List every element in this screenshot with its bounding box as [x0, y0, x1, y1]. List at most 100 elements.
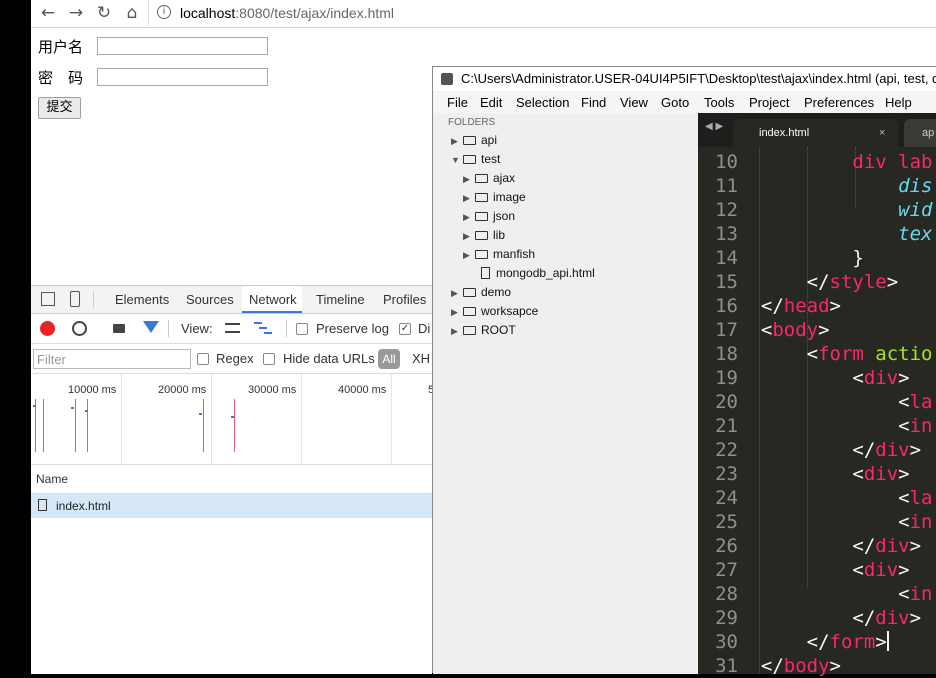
tick-label-20000: 20000 ms [158, 384, 207, 396]
name-column-header[interactable]: Name [31, 465, 432, 494]
collapsed-arrow-icon: ▶ [451, 288, 458, 298]
hide-data-urls-checkbox[interactable] [263, 353, 275, 365]
list-view-icon[interactable] [225, 323, 240, 333]
tab-index-html[interactable]: index.html × [733, 119, 898, 147]
menu-view[interactable]: View [620, 92, 648, 113]
tree-folder-image[interactable]: ▶ image [463, 188, 526, 207]
tab-network[interactable]: Network [249, 292, 297, 307]
view-label: View: [181, 321, 213, 336]
tree-file-mongodb[interactable]: mongodb_api.html [481, 264, 595, 283]
request-bar [71, 407, 74, 409]
folder-icon [463, 136, 476, 145]
folder-label: ajax [493, 171, 516, 185]
toolbar-divider [168, 320, 169, 337]
camera-icon[interactable] [113, 324, 125, 333]
folders-heading: FOLDERS [448, 117, 496, 128]
folder-sidebar: FOLDERS ▶ api ▼ test ▶ ajax ▶ image ▶ json ▶ l… [433, 113, 698, 674]
tree-folder-manfish[interactable]: ▶ manfish [463, 245, 535, 264]
back-arrow-icon[interactable]: ← [37, 2, 59, 24]
folder-icon [475, 231, 488, 240]
tab-label: index.html [759, 127, 810, 139]
tab-close-icon[interactable]: × [879, 119, 885, 147]
request-bar [85, 410, 88, 412]
clear-icon[interactable] [72, 321, 87, 336]
tab-elements[interactable]: Elements [115, 292, 169, 307]
device-mode-icon[interactable] [70, 291, 80, 307]
preserve-log-label: Preserve log [316, 321, 389, 336]
tree-folder-root[interactable]: ▶ ROOT [451, 321, 516, 340]
filter-all-button[interactable]: All [378, 349, 400, 369]
tab-timeline[interactable]: Timeline [316, 292, 365, 307]
reload-icon[interactable]: ↻ [93, 2, 115, 24]
password-input[interactable] [97, 68, 268, 86]
load-marker [203, 399, 204, 452]
tick-label-10000: 10000 ms [68, 384, 117, 396]
url-text[interactable]: localhost:8080/test/ajax/index.html [180, 2, 394, 24]
hide-data-urls-label: Hide data URLs [283, 351, 375, 366]
folder-label: image [493, 190, 526, 204]
home-icon[interactable]: ⌂ [121, 2, 143, 24]
filter-xhr-button[interactable]: XH [412, 351, 430, 366]
tree-folder-demo[interactable]: ▶ demo [451, 283, 511, 302]
folder-label: json [493, 209, 516, 223]
tree-folder-test[interactable]: ▼ test [451, 150, 500, 169]
preserve-log-checkbox[interactable] [296, 323, 308, 335]
table-row[interactable]: index.html [31, 494, 432, 518]
tab-sources[interactable]: Sources [186, 292, 234, 307]
collapsed-arrow-icon: ▶ [463, 212, 470, 222]
grid-line [211, 374, 212, 464]
submit-button[interactable]: 提交 [38, 97, 81, 119]
grid-line [121, 374, 122, 464]
tree-folder-ajax[interactable]: ▶ ajax [463, 169, 515, 188]
tab-label: ap [922, 127, 935, 139]
filter-funnel-icon[interactable] [143, 321, 159, 333]
folder-label: demo [481, 285, 512, 299]
devtools-panel: Elements Sources Network Timeline Profil… [31, 285, 434, 674]
tab-profiles[interactable]: Profiles [383, 292, 426, 307]
menu-bar: File Edit Selection Find View Goto Tools… [433, 92, 936, 114]
code-line-10: 10 div lab [715, 151, 933, 173]
info-icon[interactable]: i [157, 5, 171, 19]
menu-selection[interactable]: Selection [516, 92, 569, 113]
request-bar [231, 416, 234, 418]
text-cursor [886, 631, 889, 651]
record-icon[interactable] [40, 321, 55, 336]
devtools-tabbar: Elements Sources Network Timeline Profil… [31, 286, 432, 314]
collapsed-arrow-icon: ▶ [451, 307, 458, 317]
menu-tools[interactable]: Tools [704, 92, 734, 113]
folder-icon [475, 174, 488, 183]
file-icon [481, 267, 490, 279]
menu-edit[interactable]: Edit [480, 92, 502, 113]
tree-folder-worksapce[interactable]: ▶ worksapce [451, 302, 538, 321]
code-line-26: 26 </div> [715, 535, 922, 557]
inspect-icon[interactable] [41, 292, 55, 306]
waterfall-view-icon[interactable] [254, 322, 272, 334]
tab-second[interactable]: ap [904, 119, 936, 147]
menu-project[interactable]: Project [749, 92, 789, 113]
tree-folder-json[interactable]: ▶ json [463, 207, 515, 226]
tick-label-30000: 30000 ms [248, 384, 297, 396]
menu-goto[interactable]: Goto [661, 92, 689, 113]
tab-nav-arrows[interactable]: ◀ ▶ [705, 121, 723, 132]
password-label: 密 码 [38, 69, 84, 87]
disable-cache-checkbox[interactable]: ✓ [399, 323, 411, 335]
username-input[interactable] [97, 37, 268, 55]
code-line-17: 17 <body> [715, 319, 830, 341]
filter-input[interactable]: Filter [33, 349, 191, 369]
tree-folder-lib[interactable]: ▶ lib [463, 226, 505, 245]
forward-arrow-icon[interactable]: → [65, 2, 87, 24]
code-line-27: 27 <div> [715, 559, 910, 581]
menu-file[interactable]: File [447, 92, 468, 113]
code-line-13: 13 tex [715, 223, 933, 245]
code-editor[interactable]: ◀ ▶ index.html × ap 10 div lab 11 dis 12… [698, 113, 936, 677]
tree-folder-api[interactable]: ▶ api [451, 131, 497, 150]
regex-checkbox[interactable] [197, 353, 209, 365]
folder-icon [475, 193, 488, 202]
menu-preferences[interactable]: Preferences [804, 92, 874, 113]
file-icon [38, 499, 47, 511]
regex-label: Regex [216, 351, 254, 366]
collapsed-arrow-icon: ▶ [463, 250, 470, 260]
menu-help[interactable]: Help [885, 92, 912, 113]
code-line-19: 19 <div> [715, 367, 910, 389]
menu-find[interactable]: Find [581, 92, 606, 113]
